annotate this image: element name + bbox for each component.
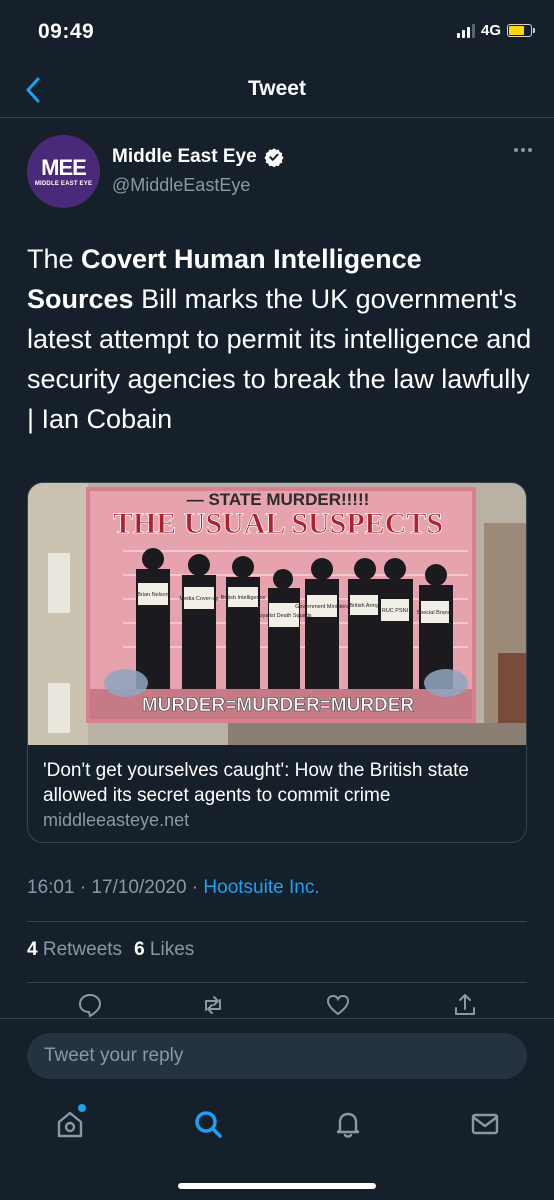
status-indicators: 4G	[456, 22, 535, 39]
reply-icon[interactable]	[77, 992, 103, 1018]
divider	[27, 982, 527, 983]
likes-count: 6	[134, 939, 145, 960]
card-title: 'Don't get yourselves caught': How the B…	[43, 760, 469, 806]
divider	[27, 921, 527, 922]
signal-icon	[456, 23, 475, 38]
placard-2: Media Cover-up	[179, 596, 218, 602]
tab-notifications[interactable]	[330, 1106, 366, 1142]
tweet-source-link[interactable]: Hootsuite Inc.	[203, 877, 319, 898]
share-icon[interactable]	[452, 992, 478, 1018]
likes-label: Likes	[149, 939, 195, 960]
tweet-stats: 4 Retweets 6 Likes	[27, 939, 194, 961]
placard-5: Government Ministers	[295, 604, 349, 610]
network-type: 4G	[480, 22, 501, 39]
author-handle[interactable]: @MiddleEastEye	[112, 175, 250, 196]
avatar-logo: MEE	[41, 154, 87, 180]
search-icon	[195, 1111, 222, 1138]
home-icon	[57, 1111, 83, 1138]
messages-icon	[471, 1113, 499, 1135]
tweet-text: The Covert Human Intelligence Sources Bi…	[27, 239, 532, 439]
dot	[521, 148, 525, 152]
link-card[interactable]: — STATE MURDER!!!!! THE USUAL SUSPECTS B…	[27, 482, 527, 843]
card-text: 'Don't get yourselves caught': How the B…	[43, 758, 518, 833]
placard-3: British Intelligence	[221, 595, 266, 601]
placard-8: Special Branch	[417, 610, 454, 616]
status-time: 09:49	[38, 20, 95, 43]
retweets-stat[interactable]: 4 Retweets	[27, 939, 122, 961]
home-indicator[interactable]	[178, 1183, 376, 1189]
avatar-logo-subtitle: MIDDLE EAST EYE	[34, 180, 93, 187]
avatar[interactable]: MEE MIDDLE EAST EYE	[27, 135, 100, 208]
retweets-count: 4	[27, 939, 38, 960]
battery-icon	[507, 24, 535, 37]
dot	[514, 148, 518, 152]
notifications-icon	[336, 1112, 360, 1138]
author-name[interactable]: Middle East Eye	[112, 146, 257, 168]
tweet-meta: 16:01 · 17/10/2020 · Hootsuite Inc.	[27, 877, 320, 899]
more-options-button[interactable]	[514, 148, 532, 152]
tab-messages[interactable]	[467, 1106, 503, 1142]
tab-search[interactable]	[190, 1106, 226, 1142]
retweet-icon[interactable]	[200, 992, 226, 1018]
like-icon[interactable]	[325, 992, 351, 1018]
new-content-dot	[78, 1104, 86, 1112]
author-name-row[interactable]: Middle East Eye	[112, 146, 284, 168]
reply-bar	[0, 1018, 554, 1090]
tweet-text-intro: The	[27, 244, 82, 274]
verified-icon	[264, 148, 284, 167]
tweet-detail-screen: 09:49 4G Tweet MEE MIDDLE EAST EYE Middl…	[0, 0, 554, 1200]
dot	[528, 148, 532, 152]
placard-7: RUC PSNI	[382, 608, 409, 614]
placard-6: British Army	[349, 603, 379, 609]
page-title: Tweet	[248, 77, 306, 100]
card-image: — STATE MURDER!!!!! THE USUAL SUSPECTS B…	[28, 483, 526, 745]
placard-4: Loyalist Death Squads	[256, 613, 311, 619]
retweets-label: Retweets	[42, 939, 123, 960]
tab-home[interactable]	[52, 1104, 88, 1142]
reply-input[interactable]	[27, 1033, 527, 1079]
card-domain: middleeasteye.net	[43, 810, 190, 830]
placard-1: Brian Nelson	[137, 592, 169, 598]
tweet-timestamp: 16:01 · 17/10/2020 ·	[27, 877, 204, 898]
mural-title: THE USUAL SUSPECTS	[113, 507, 443, 540]
mural-bottom-text: MURDER=MURDER=MURDER	[142, 695, 415, 716]
nav-header: Tweet	[0, 64, 554, 118]
status-bar: 09:49 4G	[0, 0, 554, 64]
likes-stat[interactable]: 6 Likes	[134, 939, 194, 961]
